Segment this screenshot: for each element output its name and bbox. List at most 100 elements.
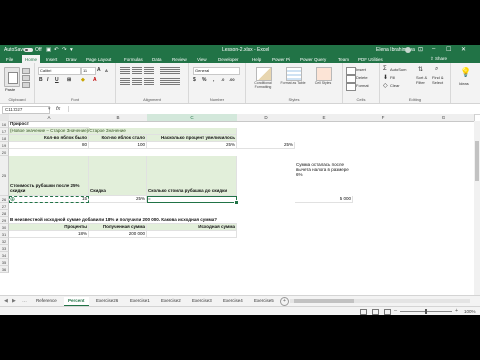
horizontal-scrollbar[interactable] bbox=[290, 298, 470, 303]
row-header-34[interactable]: 34 bbox=[0, 252, 9, 259]
row-header-27[interactable]: 27 bbox=[0, 203, 9, 210]
cell-a31[interactable]: 18% bbox=[9, 231, 89, 238]
row-header-19[interactable]: 19 bbox=[0, 142, 9, 149]
row-header-25[interactable]: 25 bbox=[0, 156, 9, 196]
cell-a16[interactable]: Прирост bbox=[9, 121, 89, 128]
add-icon[interactable]: ⊕ bbox=[10, 196, 15, 203]
ideas-label[interactable]: Ideas bbox=[459, 81, 469, 86]
column-header-g[interactable]: G bbox=[413, 114, 475, 122]
row-header-28[interactable]: 28 bbox=[0, 210, 9, 217]
tab-file[interactable]: File bbox=[6, 57, 13, 62]
align-middle-icon[interactable] bbox=[132, 67, 142, 74]
zoom-in-button[interactable]: + bbox=[455, 308, 458, 314]
delete-label[interactable]: Delete bbox=[356, 75, 368, 80]
format-label[interactable]: Format bbox=[356, 83, 369, 88]
underline-button[interactable]: U bbox=[55, 77, 59, 83]
row-header-16[interactable]: 16 bbox=[0, 121, 9, 128]
page-break-view-icon[interactable] bbox=[384, 309, 391, 315]
more-sheets-icon[interactable]: … bbox=[22, 298, 27, 304]
cell-c19[interactable]: 25% bbox=[147, 142, 237, 149]
decrease-decimal-icon[interactable]: .00 bbox=[229, 77, 235, 82]
tab-data[interactable]: Data bbox=[152, 57, 162, 62]
bold-button[interactable]: B bbox=[39, 77, 43, 83]
font-color-icon[interactable]: A bbox=[93, 77, 97, 83]
autosum-icon[interactable]: Σ bbox=[383, 66, 387, 72]
shrink-font-icon[interactable]: A bbox=[105, 68, 108, 73]
find-select-label[interactable]: Find & Select bbox=[432, 75, 448, 85]
column-header-f[interactable]: F bbox=[353, 114, 414, 122]
sheet-tab-exercise1[interactable]: Exercise1 bbox=[126, 297, 154, 305]
avatar[interactable] bbox=[405, 46, 411, 53]
copy-icon[interactable] bbox=[22, 75, 30, 81]
delete-cells-icon[interactable] bbox=[346, 75, 356, 83]
align-bottom-icon[interactable] bbox=[144, 67, 154, 74]
fill-label[interactable]: Fill bbox=[390, 75, 395, 80]
tab-home[interactable]: Home bbox=[22, 55, 41, 63]
zoom-out-button[interactable]: – bbox=[394, 308, 397, 314]
sheet-tab-exercise2[interactable]: Exercise2 bbox=[157, 297, 185, 305]
cell-a17[interactable]: (Новое значение – Старое Значение)/Старо… bbox=[9, 128, 237, 135]
share-button[interactable]: ⇪ Share bbox=[430, 56, 447, 62]
page-layout-view-icon[interactable] bbox=[372, 309, 379, 315]
font-name-select[interactable]: Calibri bbox=[38, 67, 81, 75]
cell-styles-icon[interactable] bbox=[316, 67, 332, 81]
tab-view[interactable]: View bbox=[197, 57, 207, 62]
column-header-c[interactable]: C bbox=[147, 114, 238, 122]
cell-e26[interactable]: 5 000 bbox=[295, 196, 353, 203]
currency-icon[interactable]: $ bbox=[193, 77, 196, 83]
cell-a29[interactable]: В неизвестной исходной сумме добавили 18… bbox=[9, 217, 237, 224]
zoom-slider-thumb[interactable] bbox=[425, 309, 427, 314]
cell-a18[interactable]: Кол-во яблок было bbox=[9, 135, 89, 142]
clear-label[interactable]: Clear bbox=[390, 83, 400, 88]
tab-insert[interactable]: Insert bbox=[46, 57, 57, 62]
name-box[interactable]: C11:D27 bbox=[2, 106, 50, 114]
align-left-icon[interactable] bbox=[120, 78, 130, 85]
wrap-text-icon[interactable] bbox=[160, 67, 180, 74]
ribbon-display-icon[interactable]: ⊡ bbox=[418, 46, 423, 53]
row-header-29[interactable]: 29 bbox=[0, 217, 9, 224]
align-top-icon[interactable] bbox=[120, 67, 130, 74]
insert-label[interactable]: Insert bbox=[356, 67, 366, 72]
row-header-30[interactable]: 30 bbox=[0, 224, 9, 231]
paste-icon[interactable] bbox=[4, 67, 20, 87]
row-header-36[interactable]: 36 bbox=[0, 266, 9, 273]
tab-formulas[interactable]: Formulas bbox=[124, 57, 143, 62]
borders-icon[interactable]: ⊞ bbox=[67, 77, 71, 83]
sort-filter-icon[interactable]: ⇅ bbox=[418, 66, 423, 73]
increase-decimal-icon[interactable]: .0 bbox=[221, 77, 224, 82]
cell-a26[interactable]: 15 bbox=[9, 196, 89, 203]
insert-cells-icon[interactable] bbox=[346, 67, 356, 75]
row-header-32[interactable]: 32 bbox=[0, 238, 9, 245]
italic-button[interactable]: I bbox=[47, 77, 48, 83]
tab-help[interactable]: Help bbox=[252, 57, 261, 62]
column-header-e[interactable]: E bbox=[295, 114, 354, 122]
cell-c26[interactable]: = bbox=[147, 196, 237, 203]
autosum-label[interactable]: AutoSum bbox=[390, 67, 406, 72]
comma-icon[interactable]: , bbox=[213, 77, 214, 83]
cell-b18[interactable]: Кол-во яблок стало bbox=[89, 135, 147, 142]
cell-c25[interactable]: Сколько стоила рубашка до скидки bbox=[147, 156, 237, 196]
close-icon[interactable]: ✕ bbox=[461, 46, 466, 53]
tab-draw[interactable]: Draw bbox=[66, 57, 77, 62]
redo-icon[interactable]: ↷ bbox=[62, 47, 67, 53]
conditional-formatting-label[interactable]: Conditional Formatting bbox=[248, 81, 278, 89]
tab-power-query[interactable]: Power Query bbox=[300, 57, 326, 62]
align-right-icon[interactable] bbox=[144, 78, 154, 85]
tab-pdf-utilities[interactable]: PDF Utilities bbox=[358, 57, 383, 62]
next-sheet-icon[interactable]: ▶ bbox=[12, 298, 16, 304]
prev-sheet-icon[interactable]: ◀ bbox=[4, 298, 8, 304]
cell-a19[interactable]: 80 bbox=[9, 142, 89, 149]
sheet-tab-percent[interactable]: Percent bbox=[64, 297, 89, 306]
zoom-level[interactable]: 100% bbox=[464, 309, 476, 314]
tab-power-pi[interactable]: Power Pi bbox=[272, 57, 290, 62]
sheet-tab-reference[interactable]: Reference bbox=[32, 297, 61, 305]
row-header-35[interactable]: 35 bbox=[0, 259, 9, 266]
row-header-33[interactable]: 33 bbox=[0, 245, 9, 252]
tab-review[interactable]: Review bbox=[172, 57, 187, 62]
tab-developer[interactable]: Developer bbox=[218, 57, 239, 62]
cell-b26[interactable]: 25% bbox=[89, 196, 147, 203]
fill-color-icon[interactable]: ◆ bbox=[81, 77, 85, 83]
grow-font-icon[interactable]: A bbox=[97, 67, 101, 73]
font-size-select[interactable]: 11 bbox=[81, 67, 96, 75]
maximize-icon[interactable]: ☐ bbox=[446, 46, 451, 53]
